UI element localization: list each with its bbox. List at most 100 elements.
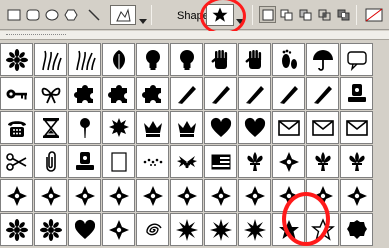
line-tool-icon[interactable] bbox=[84, 5, 104, 25]
shape-cell[interactable] bbox=[68, 111, 101, 144]
heart-icon bbox=[74, 219, 95, 239]
ornament-icon bbox=[6, 185, 27, 206]
shape-cell[interactable] bbox=[340, 111, 373, 144]
shape-cell[interactable] bbox=[34, 111, 67, 144]
shape-cell[interactable] bbox=[204, 77, 237, 110]
shape-cell[interactable] bbox=[238, 43, 271, 76]
ellipse-tool-icon[interactable] bbox=[42, 5, 62, 25]
fleur-de-lis-icon bbox=[348, 151, 365, 171]
shape-cell[interactable] bbox=[204, 213, 237, 246]
shape-cell[interactable] bbox=[68, 43, 101, 76]
shape-cell[interactable] bbox=[272, 111, 305, 144]
shape-cell[interactable] bbox=[272, 77, 305, 110]
shape-cell[interactable] bbox=[306, 213, 339, 246]
shape-cell[interactable] bbox=[238, 111, 271, 144]
shape-cell[interactable] bbox=[170, 43, 203, 76]
options-bar: Shape: bbox=[0, 0, 389, 35]
shape-dropdown-icon[interactable] bbox=[236, 12, 244, 24]
shape-cell[interactable] bbox=[136, 43, 169, 76]
shape-cell[interactable] bbox=[68, 213, 101, 246]
pen-icon bbox=[211, 85, 230, 104]
separator bbox=[151, 5, 152, 25]
shape-cell[interactable] bbox=[102, 111, 135, 144]
puzzle-icon bbox=[141, 84, 161, 103]
puzzle-icon bbox=[107, 84, 127, 103]
shape-cell[interactable] bbox=[204, 179, 237, 212]
shape-cell[interactable] bbox=[204, 111, 237, 144]
add-to-area-icon[interactable] bbox=[278, 6, 295, 23]
picker-header bbox=[0, 31, 389, 40]
shape-cell[interactable] bbox=[34, 213, 67, 246]
shape-cell[interactable] bbox=[238, 145, 271, 178]
shape-cell[interactable] bbox=[34, 77, 67, 110]
style-swatch-icon[interactable] bbox=[363, 6, 385, 24]
shape-cell[interactable] bbox=[306, 111, 339, 144]
picker-grip[interactable] bbox=[6, 34, 66, 37]
shape-cell[interactable] bbox=[306, 145, 339, 178]
shape-cell[interactable] bbox=[238, 179, 271, 212]
shape-cell[interactable] bbox=[0, 213, 33, 246]
umbrella-icon bbox=[312, 49, 333, 71]
shape-cell[interactable] bbox=[34, 179, 67, 212]
intersect-icon[interactable] bbox=[316, 6, 333, 23]
shape-cell[interactable] bbox=[136, 77, 169, 110]
custom-shape-tool-icon[interactable] bbox=[110, 5, 136, 25]
shape-cell[interactable] bbox=[68, 145, 101, 178]
rectangle-tool-icon[interactable] bbox=[4, 5, 24, 25]
shape-cell[interactable] bbox=[34, 145, 67, 178]
shape-cell[interactable] bbox=[170, 77, 203, 110]
shape-cell[interactable] bbox=[102, 213, 135, 246]
shape-cell[interactable] bbox=[102, 145, 135, 178]
subtract-icon[interactable] bbox=[297, 6, 314, 23]
new-layer-icon[interactable] bbox=[259, 6, 276, 23]
exclude-icon[interactable] bbox=[335, 6, 352, 23]
chevron-down-icon[interactable] bbox=[139, 12, 147, 24]
rounded-rectangle-tool-icon[interactable] bbox=[23, 5, 43, 25]
shape-cell[interactable] bbox=[272, 43, 305, 76]
shape-cell[interactable] bbox=[102, 179, 135, 212]
shape-cell[interactable] bbox=[340, 77, 373, 110]
shape-cell[interactable] bbox=[0, 111, 33, 144]
shape-cell[interactable] bbox=[340, 145, 373, 178]
shape-cell[interactable] bbox=[340, 213, 373, 246]
shape-cell[interactable] bbox=[68, 77, 101, 110]
grass-icon bbox=[41, 50, 62, 70]
dots-icon bbox=[143, 158, 162, 166]
shape-cell[interactable] bbox=[136, 179, 169, 212]
flower-icon bbox=[39, 218, 62, 241]
ornament-icon bbox=[312, 185, 333, 206]
shape-cell[interactable] bbox=[136, 213, 169, 246]
selected-shape-well[interactable] bbox=[206, 4, 234, 26]
shape-cell[interactable] bbox=[0, 179, 33, 212]
stamp-icon bbox=[347, 83, 366, 102]
shape-cell[interactable] bbox=[238, 213, 271, 246]
shape-cell[interactable] bbox=[0, 145, 33, 178]
shape-cell[interactable] bbox=[272, 145, 305, 178]
badge-icon bbox=[346, 219, 367, 239]
hand-icon bbox=[245, 49, 261, 69]
shape-cell[interactable] bbox=[238, 77, 271, 110]
shape-cell[interactable] bbox=[272, 179, 305, 212]
shape-cell[interactable] bbox=[204, 43, 237, 76]
shape-cell[interactable] bbox=[204, 145, 237, 178]
shape-cell[interactable] bbox=[340, 179, 373, 212]
shape-cell[interactable] bbox=[306, 77, 339, 110]
shape-cell[interactable] bbox=[136, 145, 169, 178]
shape-cell[interactable] bbox=[102, 77, 135, 110]
shape-cell[interactable] bbox=[306, 43, 339, 76]
shape-cell[interactable] bbox=[170, 145, 203, 178]
shape-cell[interactable] bbox=[272, 213, 305, 246]
shape-cell[interactable] bbox=[170, 179, 203, 212]
shape-cell[interactable] bbox=[68, 179, 101, 212]
shape-cell[interactable] bbox=[0, 43, 33, 76]
shape-cell[interactable] bbox=[0, 77, 33, 110]
shape-cell[interactable] bbox=[102, 43, 135, 76]
star-outline-icon bbox=[310, 217, 335, 241]
shape-cell[interactable] bbox=[340, 43, 373, 76]
shape-cell[interactable] bbox=[136, 111, 169, 144]
shape-cell[interactable] bbox=[34, 43, 67, 76]
shape-cell[interactable] bbox=[306, 179, 339, 212]
shape-cell[interactable] bbox=[170, 111, 203, 144]
shape-cell[interactable] bbox=[170, 213, 203, 246]
polygon-tool-icon[interactable] bbox=[61, 5, 81, 25]
